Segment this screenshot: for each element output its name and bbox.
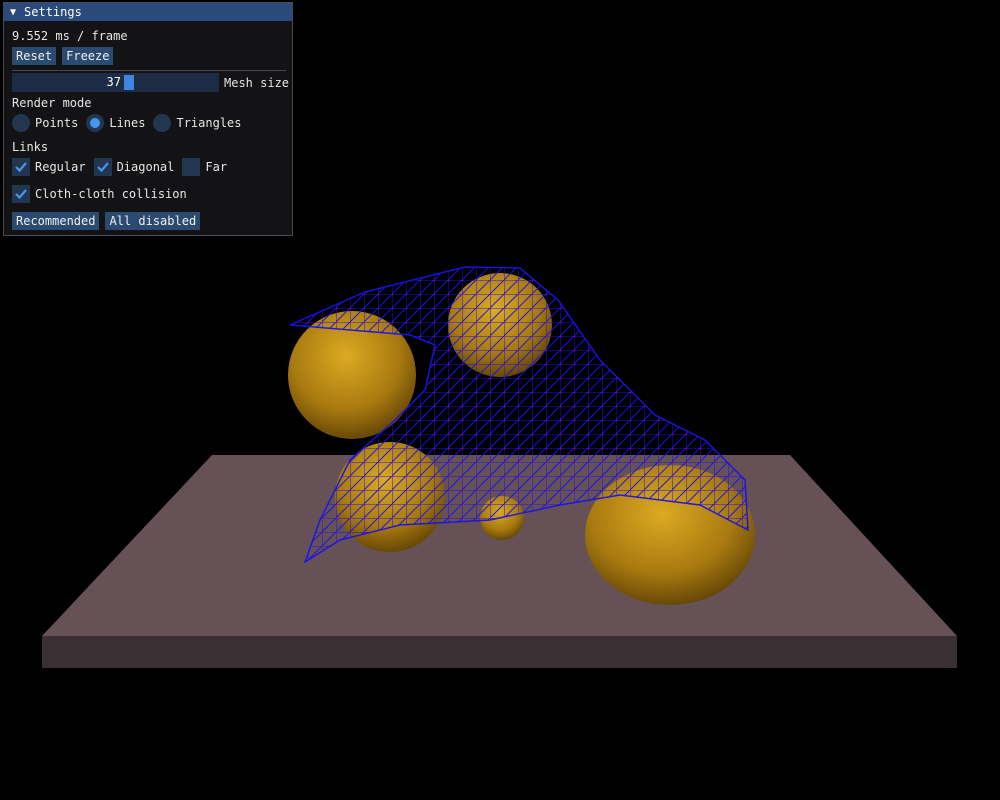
checkbox-regular-label: Regular	[35, 160, 86, 174]
checkbox-far[interactable]: Far	[182, 158, 227, 176]
collapse-triangle-icon[interactable]: ▼	[10, 7, 16, 18]
reset-button[interactable]: Reset	[12, 47, 57, 65]
radio-points[interactable]: Points	[12, 114, 78, 132]
freeze-button[interactable]: Freeze	[62, 47, 114, 65]
settings-title-bar[interactable]: ▼ Settings	[4, 3, 292, 21]
checkbox-diagonal-check-icon[interactable]	[93, 158, 112, 176]
radio-points-label: Points	[35, 116, 79, 130]
table-side	[42, 636, 957, 668]
links-label: Links	[12, 140, 49, 154]
checkbox-far-box[interactable]	[182, 158, 201, 176]
checkbox-cloth-collision-check-icon[interactable]	[12, 185, 30, 203]
separator	[12, 70, 286, 71]
slider-grab-handle[interactable]	[124, 75, 134, 90]
checkbox-cloth-collision-label: Cloth-cloth collision	[35, 187, 187, 201]
radio-triangles-label: Triangles	[176, 116, 242, 130]
mesh-size-value: 37	[106, 75, 121, 89]
checkbox-regular-check-icon[interactable]	[12, 158, 30, 176]
settings-window[interactable]: ▼ Settings 9.552 ms / frame Reset Freeze…	[3, 2, 293, 236]
checkbox-diagonal-label: Diagonal	[116, 160, 175, 174]
checkbox-diagonal[interactable]: Diagonal	[93, 158, 175, 176]
radio-lines[interactable]: Lines	[86, 114, 145, 132]
render-mode-label: Render mode	[12, 96, 92, 110]
checkbox-regular[interactable]: Regular	[12, 158, 86, 176]
radio-points-icon[interactable]	[12, 114, 30, 132]
checkbox-far-label: Far	[205, 160, 228, 174]
checkbox-cloth-collision[interactable]: Cloth-cloth collision	[12, 185, 187, 203]
radio-lines-label: Lines	[109, 116, 146, 130]
radio-triangles[interactable]: Triangles	[153, 114, 242, 132]
recommended-button[interactable]: Recommended	[12, 212, 100, 230]
settings-title: Settings	[24, 5, 82, 19]
radio-lines-selected-icon[interactable]	[86, 114, 105, 132]
frame-time: 9.552 ms / frame	[12, 29, 128, 43]
mesh-size-label: Mesh size	[224, 75, 290, 90]
radio-triangles-icon[interactable]	[153, 114, 172, 132]
all-disabled-button[interactable]: All disabled	[105, 212, 201, 230]
mesh-size-slider[interactable]: 37	[12, 73, 219, 92]
